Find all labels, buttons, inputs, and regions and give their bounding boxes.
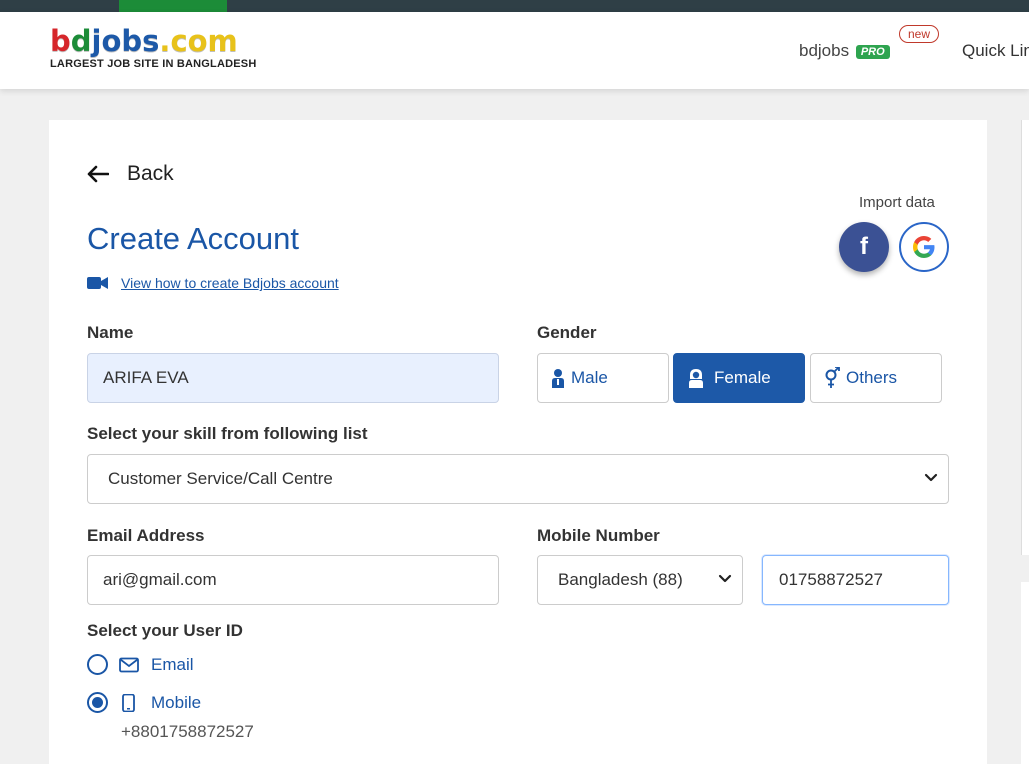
gender-others-button[interactable]: Others [810, 353, 942, 403]
new-badge: new [899, 25, 940, 43]
google-icon [913, 236, 935, 258]
arrow-left-icon [87, 165, 109, 183]
skill-label: Select your skill from following list [87, 424, 368, 443]
chevron-down-icon [924, 473, 938, 482]
skill-selected-value: Customer Service/Call Centre [108, 469, 333, 488]
mobile-number-input[interactable]: 01758872527 [762, 555, 949, 605]
mobile-phone-icon [122, 693, 135, 712]
site-header: bdjobs.com LARGEST JOB SITE IN BANGLADES… [0, 12, 1029, 89]
logo-wordmark: bdjobs.com [50, 24, 238, 58]
back-label: Back [127, 162, 174, 185]
mobile-label: Mobile Number [537, 526, 660, 545]
userid-email-option[interactable]: Email [87, 654, 194, 675]
side-panel [1021, 120, 1029, 555]
facebook-icon: f [860, 233, 868, 260]
gender-female-button[interactable]: Female [673, 353, 805, 403]
gender-male-button[interactable]: Male [537, 353, 669, 403]
logo-tagline: LARGEST JOB SITE IN BANGLADESH [50, 58, 257, 70]
userid-mobile-option[interactable]: Mobile [87, 692, 201, 713]
email-label: Email Address [87, 526, 205, 545]
top-strip-accent [119, 0, 227, 12]
back-link[interactable]: Back [87, 162, 174, 186]
video-camera-icon [87, 277, 108, 289]
country-code-select[interactable]: Bangladesh (88) [537, 555, 743, 605]
chevron-down-icon [718, 574, 732, 583]
name-label: Name [87, 323, 134, 342]
male-user-icon [552, 369, 564, 388]
import-data-label: Import data [859, 194, 935, 211]
pro-badge: PRO [855, 45, 890, 59]
gender-others-label: Others [846, 368, 898, 387]
userid-email-label: Email [151, 654, 194, 674]
video-help[interactable]: View how to create Bdjobs account [87, 275, 339, 291]
userid-mobile-label: Mobile [151, 692, 202, 712]
side-panel-lower [1021, 582, 1029, 764]
female-user-icon [689, 369, 703, 388]
gender-female-label: Female [714, 368, 771, 387]
bdjobs-pro-link[interactable]: bdjobs PRO [799, 41, 890, 61]
create-account-card: Back Create Account View how to create B… [49, 120, 987, 764]
gender-label: Gender [537, 323, 597, 342]
country-code-value: Bangladesh (88) [558, 570, 683, 589]
google-import-button[interactable] [899, 222, 949, 272]
gender-male-label: Male [571, 368, 608, 387]
email-input[interactable]: ari@gmail.com [87, 555, 499, 605]
bdjobs-logo[interactable]: bdjobs.com LARGEST JOB SITE IN BANGLADES… [50, 26, 260, 70]
name-input[interactable]: ARIFA EVA [87, 353, 499, 403]
gender-symbol-icon [825, 367, 840, 388]
top-strip [0, 0, 1029, 12]
video-help-link[interactable]: View how to create Bdjobs account [121, 275, 339, 291]
userid-label: Select your User ID [87, 621, 243, 640]
quick-links-menu[interactable]: Quick Lin [962, 41, 1029, 61]
skill-select[interactable]: Customer Service/Call Centre [87, 454, 949, 504]
pro-link-text: bdjobs [799, 41, 850, 60]
userid-email-radio[interactable] [87, 654, 108, 675]
facebook-import-button[interactable]: f [839, 222, 889, 272]
envelope-icon [119, 657, 139, 672]
page-title: Create Account [87, 221, 299, 256]
userid-mobile-radio[interactable] [87, 692, 108, 713]
mobile-userid-preview: +8801758872527 [121, 722, 254, 741]
